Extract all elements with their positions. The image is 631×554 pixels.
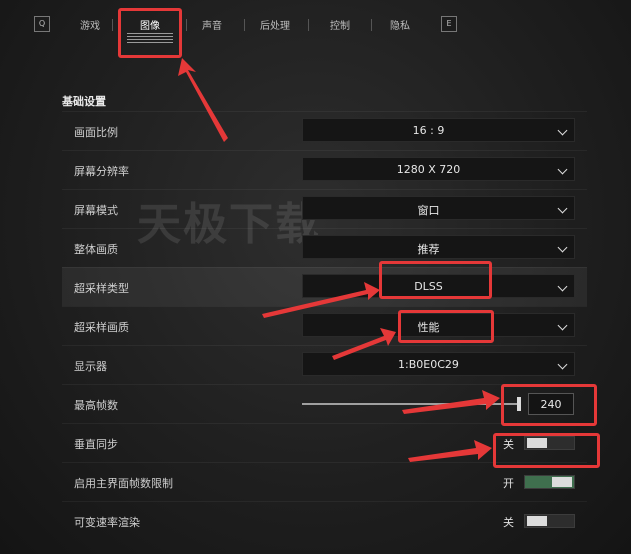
tab-divider: [371, 19, 372, 31]
setting-row-upscaling-quality: 超采样画质 性能: [62, 306, 587, 345]
setting-label: 超采样画质: [74, 321, 129, 334]
tab-privacy[interactable]: 隐私: [378, 17, 422, 37]
setting-label: 屏幕模式: [74, 204, 118, 217]
setting-row-aspect-ratio: 画面比例 16 : 9: [62, 111, 587, 150]
annotation-box-vsync: [493, 433, 600, 468]
prev-tab-key-hint[interactable]: Q: [34, 16, 50, 32]
tab-divider: [244, 19, 245, 31]
chevron-down-icon: [557, 203, 568, 214]
variable-rate-shading-toggle[interactable]: [524, 514, 575, 528]
dropdown-value: 16 : 9: [412, 124, 445, 137]
toggle-knob: [552, 477, 572, 487]
tab-game[interactable]: 游戏: [68, 17, 112, 37]
setting-label: 垂直同步: [74, 438, 118, 451]
setting-label: 最高帧数: [74, 399, 118, 412]
screen-mode-dropdown[interactable]: 窗口: [302, 196, 575, 220]
setting-row-monitor: 显示器 1:B0E0C29: [62, 345, 587, 384]
annotation-box-upscaling-quality: [398, 310, 494, 343]
dropdown-value: 1:B0E0C29: [398, 358, 459, 371]
setting-row-overall-quality: 整体画质 推荐: [62, 228, 587, 267]
tab-divider: [308, 19, 309, 31]
setting-label: 显示器: [74, 360, 107, 373]
setting-row-variable-rate-shading: 可变速率渲染 关: [62, 501, 587, 540]
chevron-down-icon: [557, 281, 568, 292]
setting-label: 整体画质: [74, 243, 118, 256]
chevron-down-icon: [557, 125, 568, 136]
annotation-box-graphics-tab: [118, 8, 182, 58]
setting-row-resolution: 屏幕分辨率 1280 X 720: [62, 150, 587, 189]
chevron-down-icon: [557, 320, 568, 331]
chevron-down-icon: [557, 359, 568, 370]
monitor-dropdown[interactable]: 1:B0E0C29: [302, 352, 575, 376]
chevron-down-icon: [557, 164, 568, 175]
settings-tab-bar: Q 游戏 图像 声音 后处理 控制 隐私 E: [0, 0, 631, 52]
setting-row-upscaling-type: 超采样类型 DLSS: [62, 267, 587, 306]
toggle-state-text: 关: [503, 516, 514, 529]
setting-label: 启用主界面帧数限制: [74, 477, 173, 490]
annotation-box-max-fps: [501, 384, 597, 426]
tab-sound[interactable]: 声音: [190, 17, 234, 37]
dropdown-value: 窗口: [417, 204, 440, 217]
section-title: 基础设置: [62, 95, 106, 108]
menu-fps-limit-toggle[interactable]: [524, 475, 575, 489]
setting-row-screen-mode: 屏幕模式 窗口: [62, 189, 587, 228]
tab-divider: [186, 19, 187, 31]
setting-label: 屏幕分辨率: [74, 165, 129, 178]
dropdown-value: 推荐: [417, 243, 440, 256]
dropdown-value: 1280 X 720: [396, 163, 461, 176]
toggle-state-text: 开: [503, 477, 514, 490]
setting-label: 可变速率渲染: [74, 516, 140, 529]
setting-label: 画面比例: [74, 126, 118, 139]
next-tab-key-hint[interactable]: E: [441, 16, 457, 32]
max-fps-slider[interactable]: [302, 403, 517, 405]
chevron-down-icon: [557, 242, 568, 253]
setting-label: 超采样类型: [74, 282, 129, 295]
resolution-dropdown[interactable]: 1280 X 720: [302, 157, 575, 181]
aspect-ratio-dropdown[interactable]: 16 : 9: [302, 118, 575, 142]
overall-quality-dropdown[interactable]: 推荐: [302, 235, 575, 259]
annotation-box-upscaling-type: [379, 261, 492, 299]
slider-fill: [302, 403, 517, 405]
settings-list: 画面比例 16 : 9 屏幕分辨率 1280 X 720 屏幕模式 窗口 整体画…: [62, 111, 587, 540]
tab-divider: [112, 19, 113, 31]
toggle-knob: [527, 516, 547, 526]
tab-post-processing[interactable]: 后处理: [252, 17, 298, 37]
tab-controls[interactable]: 控制: [318, 17, 362, 37]
